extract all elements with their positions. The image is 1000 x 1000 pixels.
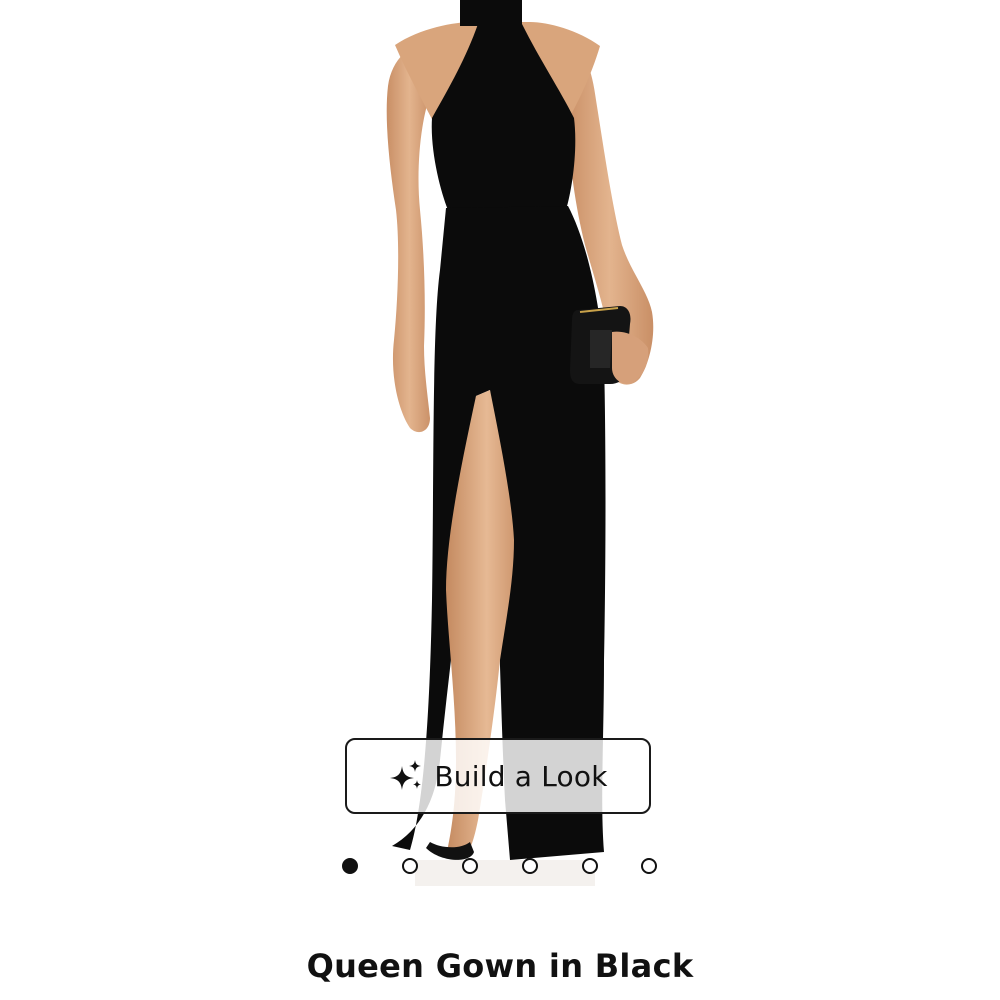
build-a-look-label: Build a Look — [434, 759, 608, 793]
carousel-dot-1[interactable] — [342, 858, 358, 874]
product-page: Build a Look Queen Gown in Black — [0, 0, 1000, 1000]
halter-neck — [460, 0, 522, 26]
carousel-dot-6[interactable] — [641, 858, 657, 874]
product-title: Queen Gown in Black — [306, 947, 694, 985]
carousel-dot-3[interactable] — [462, 858, 478, 874]
carousel-dot-5[interactable] — [582, 858, 598, 874]
sparkle-icon — [390, 760, 422, 790]
carousel-indicators — [0, 858, 1000, 880]
carousel-dot-2[interactable] — [402, 858, 418, 874]
carousel-dot-4[interactable] — [522, 858, 538, 874]
build-a-look-button[interactable]: Build a Look — [345, 738, 651, 814]
product-image-gallery[interactable]: Build a Look — [0, 0, 1000, 900]
clutch-panel — [590, 330, 612, 368]
